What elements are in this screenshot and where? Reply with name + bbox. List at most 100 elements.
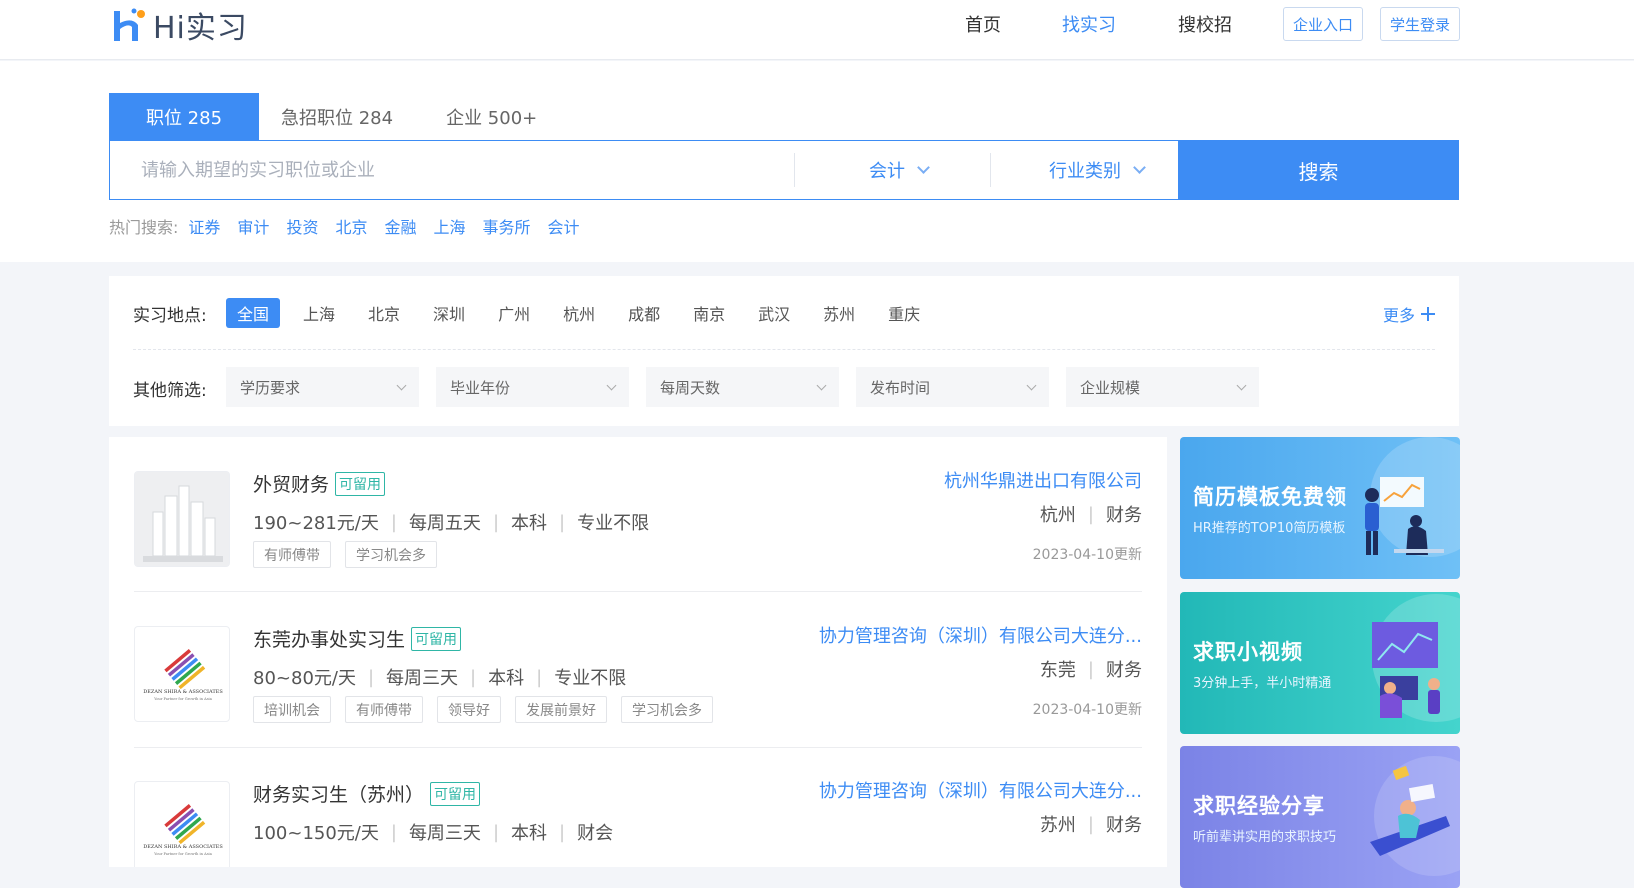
city: 东莞 — [1039, 660, 1076, 681]
city-industry: 东莞 | 财务 — [1040, 656, 1142, 682]
job-video-banner[interactable]: 求职小视频 3分钟上手，半小时精通 — [1180, 592, 1460, 734]
dezan-shira-logo: DEZAN SHIRA & ASSOCIATES Your Partner fo… — [143, 649, 223, 701]
site-logo[interactable]: Hi实习 — [112, 5, 248, 46]
logo-line: DEZAN SHIRA & ASSOCIATES — [143, 844, 223, 850]
location-option[interactable]: 苏州 — [823, 298, 855, 328]
job-title[interactable]: 外贸财务 可留用 — [253, 470, 386, 497]
chevron-down-icon — [606, 380, 617, 390]
student-login-button[interactable]: 学生登录 — [1380, 7, 1460, 41]
banner-subtitle: HR推荐的TOP10简历模板 — [1193, 521, 1346, 536]
chevron-down-icon — [1236, 380, 1247, 390]
divider — [794, 153, 795, 187]
dezan-shira-logo: DEZAN SHIRA & ASSOCIATES Your Partner fo… — [143, 804, 223, 856]
hot-search-item[interactable]: 上海 — [433, 214, 465, 238]
chevron-down-icon — [396, 380, 407, 390]
location-option[interactable]: 上海 — [303, 298, 335, 328]
city-industry: 苏州 | 财务 — [1040, 811, 1142, 837]
category-select[interactable]: 会计 — [869, 141, 930, 199]
updated-date: 2023-04-10更新 — [1032, 702, 1142, 718]
hot-search-item[interactable]: 证券 — [188, 214, 220, 238]
tab-positions[interactable]: 职位 285 — [109, 93, 259, 141]
job-tags: 培训机会 有师傅带 领导好 发展前景好 学习机会多 — [253, 696, 727, 723]
industry-select[interactable]: 行业类别 — [1049, 141, 1146, 199]
salary: 190~281元/天 — [253, 513, 379, 534]
publish-time-dropdown[interactable]: 发布时间 — [856, 367, 1049, 407]
dropdown-label: 每周天数 — [660, 378, 721, 397]
days-per-week-dropdown[interactable]: 每周天数 — [646, 367, 839, 407]
dropdown-label: 企业规模 — [1080, 378, 1141, 397]
job-tag: 有师傅带 — [253, 541, 331, 568]
job-title[interactable]: 东莞办事处实习生 可留用 — [253, 625, 462, 652]
location-option[interactable]: 成都 — [628, 298, 660, 328]
location-option[interactable]: 深圳 — [433, 298, 465, 328]
hot-search-item[interactable]: 会计 — [548, 214, 580, 238]
location-option[interactable]: 武汉 — [758, 298, 790, 328]
dropdown-label: 毕业年份 — [450, 378, 511, 397]
company-size-dropdown[interactable]: 企业规模 — [1066, 367, 1259, 407]
job-title-text: 外贸财务 — [253, 474, 330, 496]
industry-select-value: 行业类别 — [1049, 161, 1121, 182]
job-title[interactable]: 财务实习生（苏州） 可留用 — [253, 780, 481, 807]
job-card[interactable]: DEZAN SHIRA & ASSOCIATES Your Partner fo… — [134, 592, 1142, 754]
company-name[interactable]: 协力管理咨询（深圳）有限公司大连分... — [819, 622, 1142, 648]
graduation-year-dropdown[interactable]: 毕业年份 — [436, 367, 629, 407]
industry: 财务 — [1106, 815, 1142, 836]
job-card[interactable]: 外贸财务 可留用 190~281元/天 | 每周五天 | 本科 | 专业不限 有师傅带… — [134, 437, 1142, 599]
education-dropdown[interactable]: 学历要求 — [226, 367, 419, 407]
location-option[interactable]: 广州 — [498, 298, 530, 328]
retainable-badge: 可留用 — [411, 626, 462, 651]
location-option[interactable]: 南京 — [693, 298, 725, 328]
hot-search-item[interactable]: 投资 — [286, 214, 318, 238]
job-tag: 培训机会 — [253, 696, 331, 723]
banner-title: 求职小视频 — [1193, 640, 1303, 664]
hot-search-item[interactable]: 事务所 — [483, 214, 531, 238]
location-option[interactable]: 重庆 — [888, 298, 920, 328]
dropdown-label: 学历要求 — [240, 378, 301, 397]
job-tag: 有师傅带 — [345, 696, 423, 723]
major: 专业不限 — [554, 668, 627, 689]
chevron-down-icon — [917, 161, 930, 174]
company-logo: DEZAN SHIRA & ASSOCIATES Your Partner fo… — [134, 781, 230, 867]
nav-find-internship[interactable]: 找实习 — [1062, 0, 1116, 48]
hot-search-item[interactable]: 北京 — [335, 214, 367, 238]
industry: 财务 — [1106, 660, 1142, 681]
degree: 本科 — [511, 513, 548, 534]
job-tag: 学习机会多 — [345, 541, 437, 568]
top-header: Hi实习 首页 找实习 搜校招 企业入口 学生登录 — [0, 0, 1634, 60]
hot-search-item[interactable]: 审计 — [237, 214, 269, 238]
presentation-illustration-icon — [1365, 437, 1460, 557]
updated-date: 2023-04-10更新 — [1032, 547, 1142, 563]
resume-template-banner[interactable]: 简历模板免费领 HR推荐的TOP10简历模板 — [1180, 437, 1460, 579]
more-locations-link[interactable]: 更多 — [1383, 302, 1435, 326]
dropdown-row: 学历要求 毕业年份 每周天数 发布时间 企业规模 — [226, 367, 1276, 407]
chevron-down-icon — [816, 380, 827, 390]
company-name[interactable]: 协力管理咨询（深圳）有限公司大连分... — [819, 777, 1142, 803]
job-card[interactable]: DEZAN SHIRA & ASSOCIATES Your Partner fo… — [134, 747, 1142, 867]
location-option[interactable]: 全国 — [226, 298, 281, 328]
enterprise-entry-button[interactable]: 企业入口 — [1283, 7, 1363, 41]
degree: 本科 — [488, 668, 525, 689]
more-label: 更多 — [1382, 306, 1415, 325]
banner-title: 求职经验分享 — [1193, 794, 1325, 818]
nav-home[interactable]: 首页 — [965, 0, 1001, 48]
location-option[interactable]: 北京 — [368, 298, 400, 328]
city: 苏州 — [1039, 815, 1076, 836]
tab-urgent-positions[interactable]: 急招职位 284 — [259, 93, 415, 141]
company-name[interactable]: 杭州华鼎进出口有限公司 — [944, 467, 1142, 493]
hot-search-item[interactable]: 金融 — [384, 214, 416, 238]
retainable-badge: 可留用 — [335, 471, 386, 496]
days-per-week: 每周五天 — [408, 513, 481, 534]
retainable-badge: 可留用 — [430, 781, 481, 806]
logo-line: DEZAN SHIRA & ASSOCIATES — [143, 689, 223, 695]
tab-companies[interactable]: 企业 500+ — [415, 93, 559, 141]
filter-panel: 实习地点: 全国 上海 北京 深圳 广州 杭州 成都 南京 武汉 苏州 重庆 更… — [109, 276, 1459, 426]
salary: 80~80元/天 — [253, 668, 356, 689]
major: 财会 — [577, 823, 614, 844]
nav-campus-recruit[interactable]: 搜校招 — [1178, 0, 1232, 48]
search-input[interactable] — [110, 141, 793, 199]
search-button[interactable]: 搜索 — [1178, 140, 1459, 200]
location-list: 全国 上海 北京 深圳 广州 杭州 成都 南京 武汉 苏州 重庆 — [226, 298, 953, 328]
dropdown-label: 发布时间 — [870, 378, 931, 397]
location-option[interactable]: 杭州 — [563, 298, 595, 328]
job-list: 外贸财务 可留用 190~281元/天 | 每周五天 | 本科 | 专业不限 有师傅带… — [109, 437, 1167, 867]
